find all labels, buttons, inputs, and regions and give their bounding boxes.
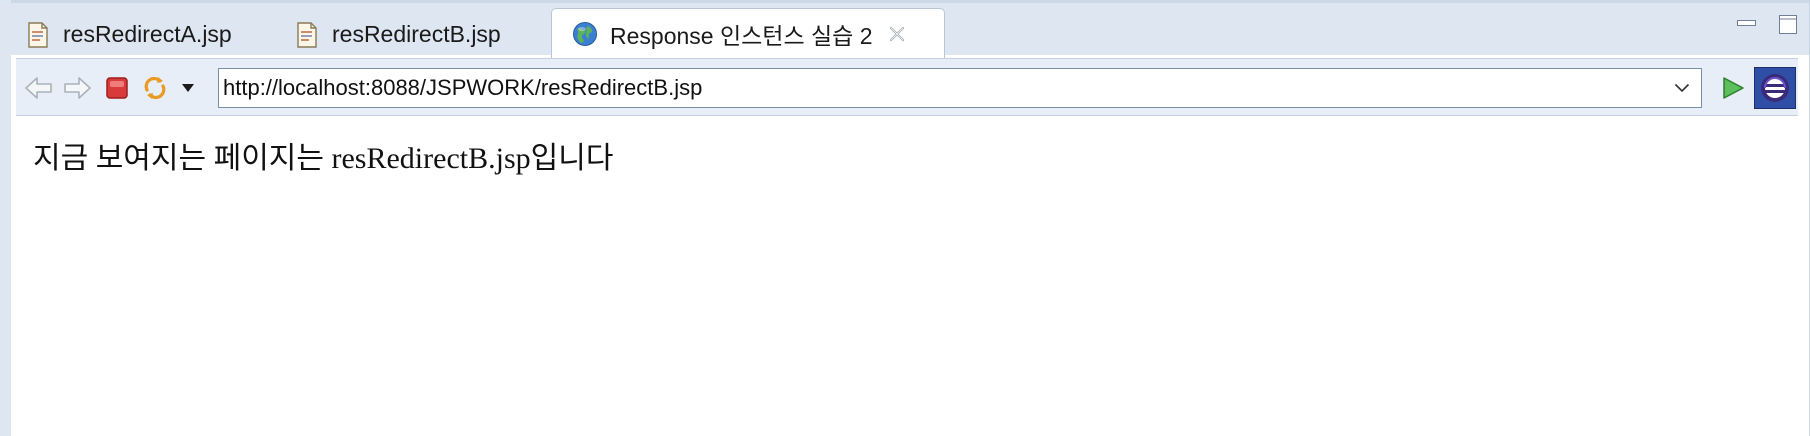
page-content-text: 지금 보여지는 페이지는 resRedirectB.jsp입니다 — [33, 142, 614, 175]
url-input[interactable] — [219, 70, 1663, 106]
minimize-button[interactable] — [1737, 15, 1757, 26]
url-bar[interactable] — [218, 68, 1702, 108]
jsp-file-icon — [294, 21, 320, 49]
tab-resredirecta[interactable]: resRedirectA.jsp — [25, 11, 232, 58]
chevron-down-icon — [1674, 83, 1690, 93]
tab-resredirectb[interactable]: resRedirectB.jsp — [294, 11, 501, 58]
go-button[interactable] — [1716, 71, 1750, 105]
eclipse-browser-icon[interactable] — [1754, 67, 1796, 109]
browser-toolbar — [16, 58, 1798, 116]
url-history-dropdown[interactable] — [1663, 70, 1701, 106]
close-icon[interactable] — [887, 24, 907, 44]
forward-button[interactable] — [60, 71, 94, 105]
tab-label: resRedirectA.jsp — [63, 21, 232, 47]
tab-label: resRedirectB.jsp — [332, 21, 501, 47]
stop-icon — [106, 77, 128, 99]
history-dropdown-button[interactable] — [176, 71, 200, 105]
jsp-file-icon — [25, 21, 51, 49]
back-arrow-icon — [25, 77, 52, 99]
stop-button[interactable] — [100, 71, 134, 105]
back-button[interactable] — [22, 71, 56, 105]
chevron-down-icon — [182, 84, 194, 92]
refresh-icon — [144, 76, 166, 100]
maximize-button[interactable] — [1779, 15, 1798, 35]
tab-strip: resRedirectA.jsp resRedirectB.jsp Respon… — [11, 0, 1809, 58]
refresh-button[interactable] — [138, 71, 172, 105]
play-icon — [1723, 77, 1744, 99]
forward-arrow-icon — [64, 77, 91, 99]
tab-label: Response 인스턴스 실습 2 — [610, 22, 873, 49]
tab-response-instance[interactable]: Response 인스턴스 실습 2 — [551, 8, 945, 58]
globe-icon — [572, 20, 598, 48]
